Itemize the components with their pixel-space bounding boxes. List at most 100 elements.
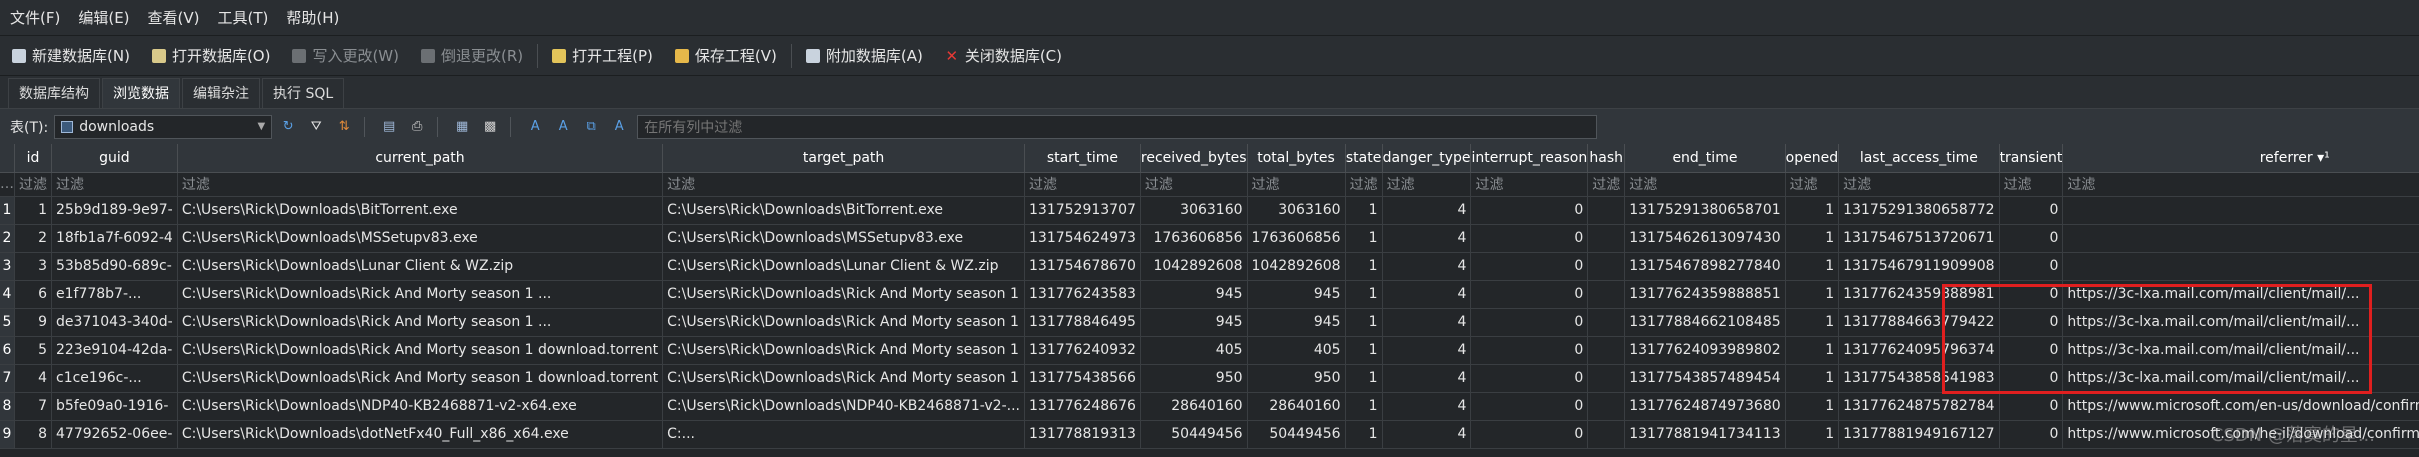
table-cell[interactable]: 131776243583	[1024, 280, 1141, 309]
refresh-icon[interactable]: ↻	[276, 116, 300, 138]
table-cell[interactable]: 1	[1785, 252, 1840, 281]
menu-help[interactable]: 帮助(H)	[286, 7, 339, 28]
table-cell[interactable]: 1	[1785, 224, 1840, 253]
table-cell[interactable]: 1	[1345, 308, 1383, 337]
table-cell[interactable]: C:\Users\Rick\Downloads\BitTorrent.exe	[177, 196, 664, 225]
table-cell[interactable]: 47792652-06ee-	[51, 420, 178, 449]
column-header[interactable]: hash	[1587, 144, 1626, 173]
column-header[interactable]: start_time	[1024, 144, 1141, 173]
tab-database-structure[interactable]: 数据库结构	[8, 78, 100, 108]
table-cell[interactable]: 0	[1999, 224, 2064, 253]
save-view-icon[interactable]: ▤	[377, 116, 401, 138]
print-icon[interactable]: ⎙	[405, 116, 429, 138]
column-header[interactable]: current_path	[177, 144, 664, 173]
table-cell[interactable]: 28640160	[1140, 392, 1248, 421]
open-database-button[interactable]: 打开数据库(O)	[151, 45, 270, 66]
table-cell[interactable]: 53b85d90-689c-	[51, 252, 178, 281]
copy-create-icon[interactable]: ⧉	[579, 116, 603, 138]
menu-file[interactable]: 文件(F)	[10, 7, 60, 28]
table-cell[interactable]: 1	[1345, 364, 1383, 393]
table-cell[interactable]: 13177543857489454	[1624, 364, 1786, 393]
clear-sort-icon[interactable]: ⇅	[332, 116, 356, 138]
column-filter-input[interactable]: 过滤	[177, 172, 664, 197]
table-cell[interactable]: c1ce196c-...	[51, 364, 178, 393]
table-row[interactable]: 8 7 b5fe09a0-1916- C:\Users\Rick\Downloads\…	[0, 392, 2419, 421]
column-header[interactable]: danger_type	[1382, 144, 1472, 173]
table-select[interactable]: downloads ▼	[54, 114, 273, 139]
table-cell[interactable]	[1587, 364, 1626, 393]
column-filter-input[interactable]: 过滤	[1999, 172, 2064, 197]
column-filter-input[interactable]: 过滤	[1382, 172, 1472, 197]
table-cell[interactable]: 1	[1345, 420, 1383, 449]
table-cell[interactable]	[1587, 392, 1626, 421]
table-cell[interactable]: C:\Users\Rick\Downloads\Rick And Morty s…	[177, 280, 664, 309]
column-filter-input[interactable]: 过滤	[1140, 172, 1248, 197]
table-cell[interactable]: 950	[1140, 364, 1248, 393]
table-cell[interactable]: C:\Users\Rick\Downloads\MSSetupv83.exe	[177, 224, 664, 253]
column-header[interactable]: last_access_time	[1838, 144, 2000, 173]
table-cell[interactable]: 3063160	[1247, 196, 1346, 225]
table-cell[interactable]: 4	[1382, 336, 1472, 365]
table-cell[interactable]: C:\Users\Rick\Downloads\Lunar Client & W…	[177, 252, 664, 281]
table-row[interactable]: 2 2 18fb1a7f-6092-4 C:\Users\Rick\Downloads…	[0, 224, 2419, 253]
table-cell[interactable]: 1	[14, 196, 52, 225]
row-number[interactable]: 3	[0, 252, 15, 281]
table-cell[interactable]: 13177624874973680	[1624, 392, 1786, 421]
tab-execute-sql[interactable]: 执行 SQL	[262, 78, 345, 108]
tab-browse-data[interactable]: 浏览数据	[102, 78, 180, 108]
table-cell[interactable]: 1763606856	[1140, 224, 1248, 253]
table-cell[interactable]: C:\Users\Rick\Downloads\Rick And Morty s…	[662, 308, 1025, 337]
table-cell[interactable]: 13177884662108485	[1624, 308, 1786, 337]
table-cell[interactable]: 50449456	[1140, 420, 1248, 449]
row-number[interactable]: 5	[0, 308, 15, 337]
table-cell[interactable]: 13175467898277840	[1624, 252, 1786, 281]
column-header[interactable]: end_time	[1624, 144, 1786, 173]
table-cell[interactable]: 1	[1345, 392, 1383, 421]
table-cell[interactable]: 1042892608	[1247, 252, 1346, 281]
table-cell[interactable]: C:\Users\Rick\Downloads\Rick And Morty s…	[662, 280, 1025, 309]
menu-tools[interactable]: 工具(T)	[218, 7, 269, 28]
column-header[interactable]: received_bytes	[1140, 144, 1248, 173]
table-cell[interactable]: 1763606856	[1247, 224, 1346, 253]
column-filter-input[interactable]: 过滤	[1345, 172, 1383, 197]
table-cell[interactable]: 0	[1470, 196, 1589, 225]
table-cell[interactable]: 4	[1382, 420, 1472, 449]
table-cell[interactable]: 1	[1785, 280, 1840, 309]
table-cell[interactable]: 405	[1247, 336, 1346, 365]
table-cell[interactable]: 3	[14, 252, 52, 281]
column-filter-input[interactable]: 过滤	[1470, 172, 1589, 197]
column-header[interactable]: guid	[51, 144, 178, 173]
column-filter-input[interactable]: 过滤	[1785, 172, 1840, 197]
table-cell[interactable]: 945	[1247, 308, 1346, 337]
table-cell[interactable]: 13175291380658772	[1838, 196, 2000, 225]
table-cell[interactable]: 1	[1785, 420, 1840, 449]
table-cell[interactable]: 4	[1382, 364, 1472, 393]
column-header[interactable]: id	[14, 144, 52, 173]
table-cell[interactable]: 1	[1785, 364, 1840, 393]
table-cell[interactable]: 13177624875782784	[1838, 392, 2000, 421]
row-number[interactable]: 9	[0, 420, 15, 449]
table-cell[interactable]: 0	[1999, 196, 2064, 225]
table-cell[interactable]	[1587, 252, 1626, 281]
table-cell[interactable]: 131776240932	[1024, 336, 1141, 365]
table-row[interactable]: 3 3 53b85d90-689c- C:\Users\Rick\Downloads\…	[0, 252, 2419, 281]
row-number[interactable]: 8	[0, 392, 15, 421]
table-cell[interactable]: 4	[1382, 196, 1472, 225]
table-cell[interactable]: 4	[1382, 224, 1472, 253]
column-header[interactable]: referrer ▾¹	[2062, 144, 2419, 173]
table-cell[interactable]: 1	[1785, 392, 1840, 421]
table-cell[interactable]: 6	[14, 280, 52, 309]
column-filter-input[interactable]: 过滤	[1624, 172, 1786, 197]
table-cell[interactable]: C:\Users\Rick\Downloads\Rick And Morty s…	[662, 364, 1025, 393]
table-cell[interactable]: 945	[1140, 308, 1248, 337]
table-cell[interactable]: 50449456	[1247, 420, 1346, 449]
table-cell[interactable]: 950	[1247, 364, 1346, 393]
table-cell[interactable]	[2062, 224, 2419, 253]
table-cell[interactable]: 13177624359888851	[1624, 280, 1786, 309]
table-cell[interactable]: 131778846495	[1024, 308, 1141, 337]
table-cell[interactable]: C:\Users\Rick\Downloads\NDP40-KB2468871-…	[662, 392, 1025, 421]
table-cell[interactable]: 1	[1785, 308, 1840, 337]
column-header[interactable]: interrupt_reason	[1470, 144, 1589, 173]
table-cell[interactable]	[1587, 280, 1626, 309]
table-cell[interactable]: 0	[1999, 392, 2064, 421]
